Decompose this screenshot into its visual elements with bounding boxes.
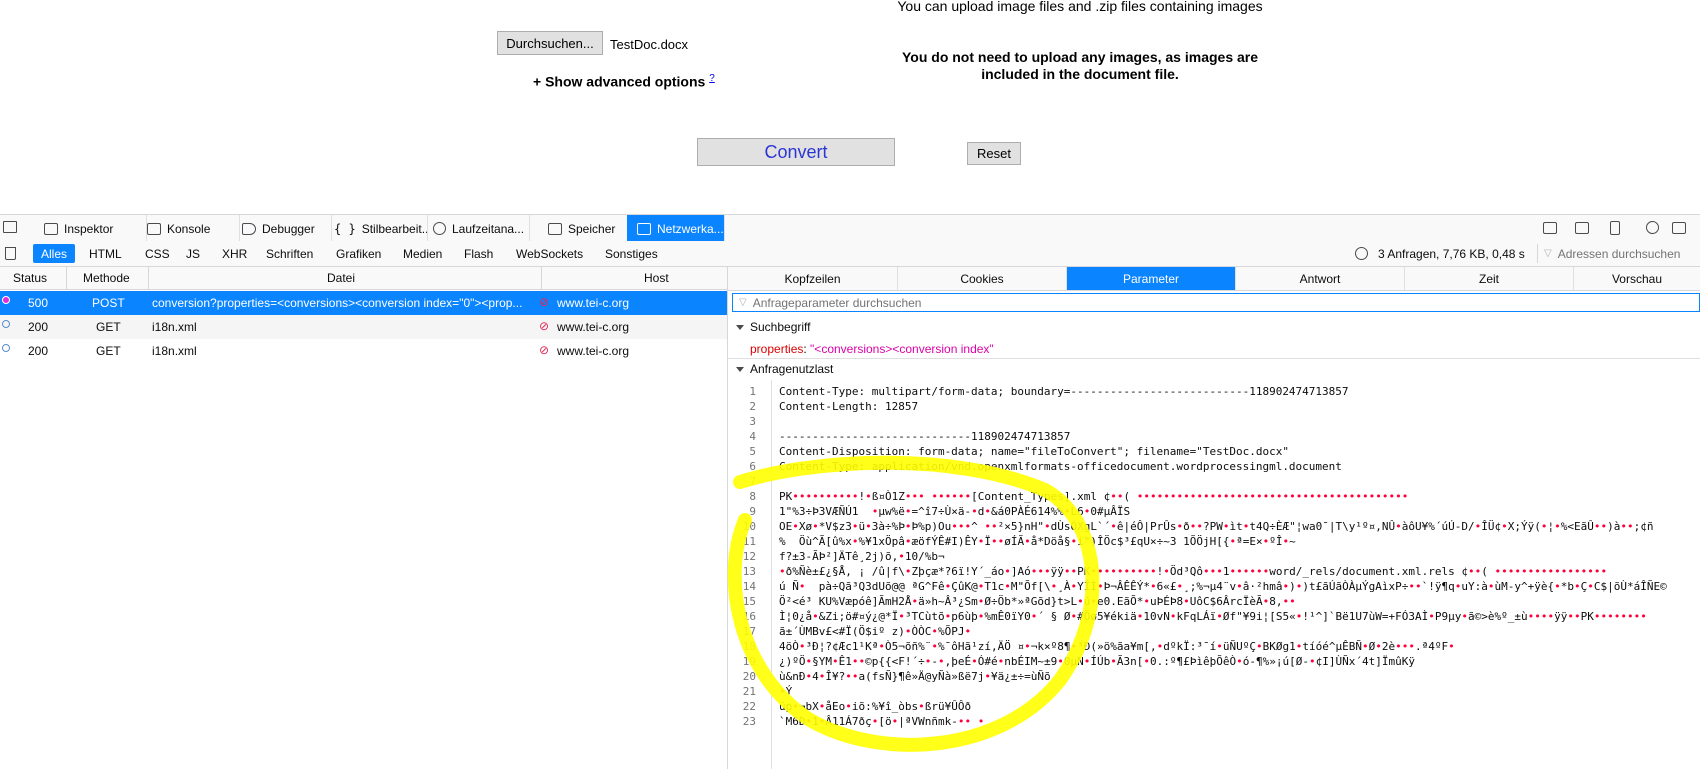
reset-button[interactable]: Reset — [967, 142, 1021, 165]
column-status[interactable]: Status — [13, 271, 47, 285]
query-param-key: properties — [750, 342, 804, 356]
table-row[interactable]: 200 GET i18n.xml ⊘ www.tei-c.org — [0, 315, 728, 339]
column-method[interactable]: Methode — [83, 271, 130, 285]
tab-style-editor[interactable]: { } Stilbearbeit... — [324, 215, 428, 242]
filter-media[interactable]: Medien — [395, 244, 450, 263]
filter-websockets[interactable]: WebSockets — [508, 244, 591, 263]
performance-analysis-icon[interactable] — [1355, 247, 1368, 260]
console-icon — [147, 222, 161, 235]
dock-side-icon[interactable] — [1672, 222, 1686, 234]
request-summary: 3 Anfragen, 7,76 KB, 0,48 s — [1378, 247, 1525, 261]
param-filter-input[interactable]: ▽ Anfrageparameter durchsuchen — [732, 293, 1700, 312]
inspector-icon — [44, 222, 58, 235]
tab-parameters[interactable]: Parameter — [1066, 267, 1235, 290]
filter-js[interactable]: JS — [178, 244, 208, 263]
table-row[interactable]: 200 GET i18n.xml ⊘ www.tei-c.org — [0, 339, 728, 363]
column-host[interactable]: Host — [644, 271, 669, 285]
element-picker-icon[interactable] — [3, 221, 17, 233]
request-table-header: Status Methode Datei Host — [0, 267, 728, 290]
details-panel-tabs: Kopfzeilen Cookies Parameter Antwort Zei… — [728, 267, 1700, 291]
network-icon — [637, 222, 651, 235]
filter-fonts[interactable]: Schriften — [258, 244, 321, 263]
request-host: www.tei-c.org — [557, 344, 630, 358]
payload-line: Content-Length: 12857 — [779, 400, 919, 413]
tab-preview[interactable]: Vorschau — [1573, 267, 1700, 290]
filter-html[interactable]: HTML — [81, 244, 130, 263]
table-row[interactable]: 500 POST conversion?properties=<conversi… — [0, 291, 728, 315]
tab-debugger[interactable]: Debugger — [232, 215, 332, 242]
split-console-icon[interactable] — [1575, 222, 1589, 234]
payload-section-header[interactable]: Anfragenutzlast — [736, 362, 833, 376]
filter-xhr[interactable]: XHR — [214, 244, 255, 263]
filter-images[interactable]: Grafiken — [328, 244, 389, 263]
upload-hint: You can upload image files and .zip file… — [897, 0, 1263, 14]
trash-icon[interactable] — [5, 247, 16, 260]
line-number: 2 — [749, 400, 756, 413]
collapse-arrow-icon — [736, 325, 744, 331]
insecure-lock-icon: ⊘ — [539, 295, 550, 309]
status-dot — [2, 344, 10, 352]
highlight-circle-annotation — [727, 455, 1100, 752]
query-section-header[interactable]: Suchbegriff — [736, 320, 811, 334]
filter-css[interactable]: CSS — [137, 244, 178, 263]
funnel-icon: ▽ — [739, 297, 747, 308]
status-dot — [2, 296, 10, 304]
request-file: conversion?properties=<conversions><conv… — [152, 296, 523, 310]
url-filter-input[interactable]: ▽ Adressen durchsuchen — [1537, 244, 1700, 263]
gear-icon[interactable] — [1646, 221, 1659, 234]
request-status: 200 — [28, 320, 49, 334]
query-param-value: "<conversions><conversion index" — [810, 342, 994, 356]
status-dot — [2, 320, 10, 328]
tab-cookies[interactable]: Cookies — [897, 267, 1066, 290]
advanced-options-toggle[interactable]: + Show advanced options ? — [533, 73, 715, 90]
request-filter-bar: Alles HTML CSS JS XHR Schriften Grafiken… — [0, 241, 1700, 267]
tab-timings[interactable]: Zeit — [1404, 267, 1573, 290]
devtools-toolbar: Inspektor Konsole Debugger { } Stilbearbe… — [0, 214, 1700, 242]
tab-network[interactable]: Netzwerka... — [627, 215, 725, 242]
convert-button[interactable]: Convert — [697, 138, 895, 166]
tab-inspector[interactable]: Inspektor — [34, 215, 147, 242]
request-host: www.tei-c.org — [557, 296, 630, 310]
column-file[interactable]: Datei — [327, 271, 355, 285]
request-file: i18n.xml — [152, 344, 197, 358]
request-method: POST — [92, 296, 125, 310]
braces-icon: { } — [334, 221, 356, 236]
request-host: www.tei-c.org — [557, 320, 630, 334]
request-file: i18n.xml — [152, 320, 197, 334]
gauge-icon — [433, 222, 446, 235]
tab-memory[interactable]: Speicher — [538, 215, 628, 242]
tab-headers[interactable]: Kopfzeilen — [728, 267, 897, 290]
debugger-icon — [242, 222, 256, 235]
query-param: properties: "<conversions><conversion in… — [750, 342, 994, 356]
tab-performance[interactable]: Laufzeitana... — [423, 215, 530, 242]
line-number: 3 — [749, 415, 756, 428]
insecure-lock-icon: ⊘ — [539, 319, 550, 333]
line-number: 1 — [749, 385, 756, 398]
responsive-design-icon[interactable] — [1610, 221, 1620, 235]
browse-button[interactable]: Durchsuchen... — [497, 31, 603, 55]
collapse-arrow-icon — [736, 367, 744, 373]
selected-file-name: TestDoc.docx — [610, 37, 689, 52]
request-status: 500 — [28, 296, 49, 310]
advanced-help-link[interactable]: ? — [709, 73, 715, 84]
tab-console[interactable]: Konsole — [137, 215, 240, 242]
request-method: GET — [96, 320, 121, 334]
payload-line: Content-Type: multipart/form-data; bound… — [779, 385, 1349, 398]
images-note: You do not need to upload any images, as… — [901, 49, 1259, 82]
filter-flash[interactable]: Flash — [456, 244, 501, 263]
filter-all[interactable]: Alles — [33, 244, 76, 263]
request-method: GET — [96, 344, 121, 358]
request-status: 200 — [28, 344, 49, 358]
tab-response[interactable]: Antwort — [1235, 267, 1404, 290]
filter-other[interactable]: Sonstiges — [597, 244, 666, 263]
funnel-icon: ▽ — [1544, 248, 1552, 259]
insecure-lock-icon: ⊘ — [539, 343, 550, 357]
dock-layout-icon[interactable] — [1543, 222, 1557, 234]
memory-icon — [548, 222, 562, 235]
